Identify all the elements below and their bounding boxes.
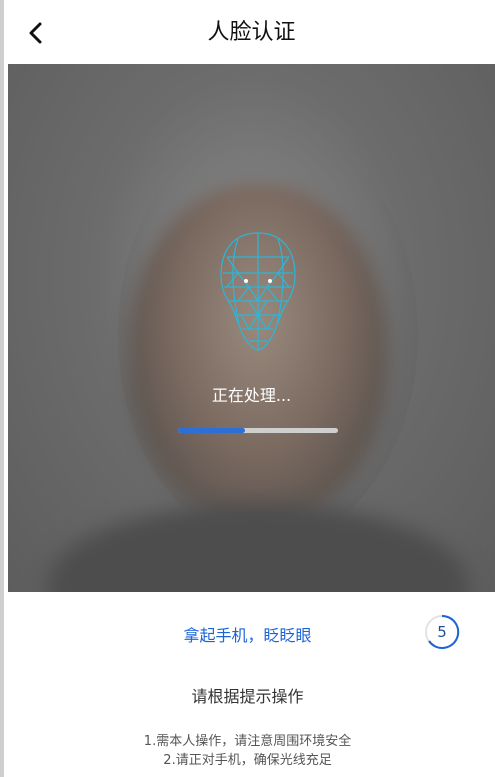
processing-status: 正在处理... <box>211 386 292 405</box>
countdown-number: 5 <box>437 623 447 641</box>
left-edge-rule <box>0 0 4 777</box>
tip-item: 1.需本人操作，请注意周围环境安全 <box>143 734 352 749</box>
nav-header: 人脸认证 <box>8 0 495 64</box>
face-mesh-icon <box>220 232 296 351</box>
tip-item: 2.请正对手机，确保光线充足 <box>163 753 332 768</box>
action-instruction: 拿起手机，眨眨眼 <box>183 626 312 645</box>
tips-list: 1.需本人操作，请注意周围环境安全 2.请正对手机，确保光线充足 <box>0 732 495 770</box>
shoulders-image <box>48 504 468 592</box>
countdown-timer: 5 <box>424 614 460 650</box>
page-title: 人脸认证 <box>207 20 296 45</box>
camera-preview: 正在处理... <box>8 64 495 592</box>
operation-hint: 请根据提示操作 <box>191 687 304 706</box>
progress-bar <box>178 428 338 433</box>
progress-fill <box>178 428 246 433</box>
